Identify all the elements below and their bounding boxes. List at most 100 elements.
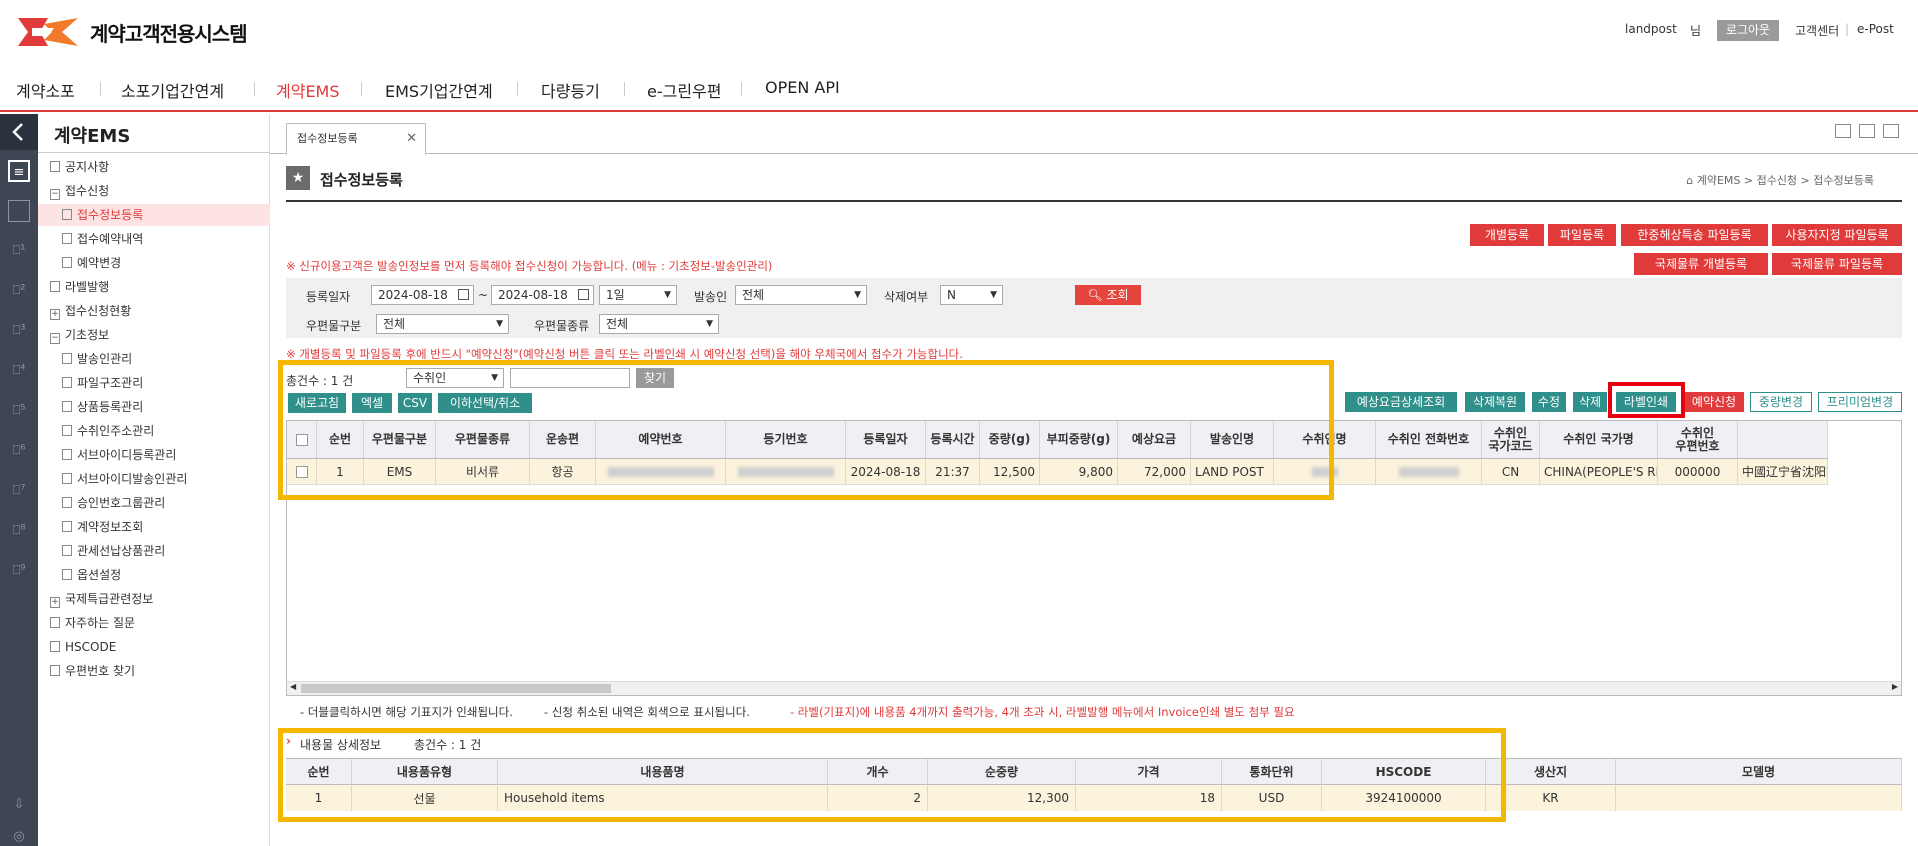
window-2-icon[interactable]: ⎕² xyxy=(8,280,30,302)
settings-icon[interactable]: ◎ xyxy=(8,826,30,846)
search-button[interactable]: 🔍︎ 조회 xyxy=(1075,285,1141,305)
download-icon[interactable]: ⇩ xyxy=(8,794,30,816)
window-5-icon[interactable]: ⎕⁵ xyxy=(8,400,30,422)
sidebar-item-label: 자주하는 질문 xyxy=(65,616,136,630)
edit-button[interactable]: 수정 xyxy=(1532,392,1566,412)
window-6-icon[interactable]: ⎕⁶ xyxy=(8,440,30,462)
premium-change-button[interactable]: 프리미엄변경 xyxy=(1818,392,1902,412)
sidebar-item[interactable]: 서브아이디발송인관리 xyxy=(38,468,270,490)
horizontal-scrollbar[interactable]: ◀ ▶ xyxy=(287,681,1901,695)
user-name: landpost xyxy=(1625,22,1677,36)
doc-icon xyxy=(62,473,72,484)
date-to-input[interactable]: 2024-08-18 xyxy=(491,285,594,305)
sidebar-item[interactable]: 옵션설정 xyxy=(38,564,270,586)
help-center-link[interactable]: 고객센터 xyxy=(1795,22,1839,39)
sidebar-item[interactable]: 접수정보등록 xyxy=(38,204,270,226)
scrollbar-thumb[interactable] xyxy=(301,684,611,693)
sidebar-item[interactable]: 수취인주소관리 xyxy=(38,420,270,442)
nav-parcel-b2b[interactable]: 소포기업간연계 xyxy=(121,78,224,102)
doc-icon xyxy=(62,377,72,388)
calendar-icon[interactable] xyxy=(578,289,589,300)
custom-file-register-button[interactable]: 사용자지정 파일등록 xyxy=(1772,224,1902,246)
epost-link[interactable]: e-Post xyxy=(1857,22,1894,36)
grid-note-print: - 더블클릭하시면 해당 기표지가 인쇄됩니다. xyxy=(300,705,513,719)
intl-logistics-individual-register-button[interactable]: 국제물류 개별등록 xyxy=(1634,253,1768,275)
sidebar-item[interactable]: HSCODE xyxy=(38,636,270,658)
reservation-request-button[interactable]: 예약신청 xyxy=(1684,392,1744,412)
sidebar-item-label: 파일구조관리 xyxy=(77,376,144,390)
nav-separator xyxy=(741,82,742,96)
split-view-icon[interactable] xyxy=(1859,124,1875,138)
page-title: 접수정보등록 xyxy=(320,171,403,189)
nav-separator xyxy=(624,82,625,96)
weight-change-button[interactable]: 중량변경 xyxy=(1750,392,1812,412)
sidebar-item[interactable]: + 접수신청현황 xyxy=(38,300,270,322)
sidebar-item[interactable]: 계약정보조회 xyxy=(38,516,270,538)
scroll-left-icon[interactable]: ◀ xyxy=(290,682,296,691)
bookmark-icon[interactable] xyxy=(8,200,30,222)
nav-bulk-registered[interactable]: 다량등기 xyxy=(541,78,600,102)
window-3-icon[interactable]: ⎕³ xyxy=(8,320,30,342)
sidebar-item[interactable]: 상품등록관리 xyxy=(38,396,270,418)
sidebar-item[interactable]: 서브아이디등록관리 xyxy=(38,444,270,466)
close-tab-icon[interactable]: ✕ xyxy=(406,124,417,154)
sidebar: 계약EMS 공지사항 − 접수신청 접수정보등록 접수예약내역 예약변경 라벨발행 + 접수신청… xyxy=(38,114,270,846)
deleted-label: 삭제여부 xyxy=(884,290,929,304)
highlight-box-detail xyxy=(278,728,1506,822)
sender-select[interactable]: 전체 ▼ xyxy=(735,285,867,305)
favorite-star-icon[interactable]: ★ xyxy=(286,166,310,190)
scroll-right-icon[interactable]: ▶ xyxy=(1892,682,1898,691)
window-7-icon[interactable]: ⎕⁷ xyxy=(8,480,30,502)
date-from-input[interactable]: 2024-08-18 xyxy=(371,285,474,305)
grid-cell: 中國辽宁省沈阳市 xyxy=(1738,459,1828,485)
sidebar-item[interactable]: 발송인관리 xyxy=(38,348,270,370)
sidebar-item[interactable]: − 기초정보 xyxy=(38,324,270,346)
logout-button[interactable]: 로그아웃 xyxy=(1717,20,1779,41)
window-1-icon[interactable]: ⎕¹ xyxy=(8,240,30,262)
nav-ems-b2b[interactable]: EMS기업간연계 xyxy=(385,78,493,102)
fee-detail-button[interactable]: 예상요금상세조회 xyxy=(1345,392,1457,412)
sidebar-item[interactable]: 접수예약내역 xyxy=(38,228,270,250)
window-9-icon[interactable]: ⎕⁹ xyxy=(8,560,30,582)
calendar-icon[interactable] xyxy=(458,289,469,300)
deleted-select[interactable]: N ▼ xyxy=(940,285,1003,305)
sidebar-item[interactable]: 공지사항 xyxy=(38,156,270,178)
sidebar-item[interactable]: 라벨발행 xyxy=(38,276,270,298)
redacted-value xyxy=(1398,466,1459,477)
intl-logistics-file-register-button[interactable]: 국제물류 파일등록 xyxy=(1772,253,1902,275)
sidebar-item[interactable]: 예약변경 xyxy=(38,252,270,274)
sidebar-item[interactable]: 우편번호 찾기 xyxy=(38,660,270,682)
sidebar-item-label: 상품등록관리 xyxy=(77,400,144,414)
epost-logo-icon[interactable] xyxy=(18,14,82,50)
mail-kind-select[interactable]: 전체 ▼ xyxy=(599,314,719,334)
doc-icon xyxy=(62,521,72,532)
sidebar-item[interactable]: 승인번호그룹관리 xyxy=(38,492,270,514)
list-menu-icon[interactable]: ≡ xyxy=(8,160,30,182)
nav-open-api[interactable]: OPEN API xyxy=(765,78,840,97)
sidebar-item[interactable]: 파일구조관리 xyxy=(38,372,270,394)
single-view-icon[interactable] xyxy=(1835,124,1851,138)
file-register-button[interactable]: 파일등록 xyxy=(1548,224,1616,246)
mail-type-select[interactable]: 전체 ▼ xyxy=(376,314,509,334)
collapse-button[interactable] xyxy=(0,114,38,150)
korea-china-sea-file-register-button[interactable]: 한중해상특송 파일등록 xyxy=(1621,224,1768,246)
nav-green-post[interactable]: e-그린우편 xyxy=(647,78,722,102)
window-8-icon[interactable]: ⎕⁸ xyxy=(8,520,30,542)
tab-reception-register[interactable]: 접수정보등록 ✕ xyxy=(286,123,426,155)
nav-contract-parcel[interactable]: 계약소포 xyxy=(16,78,75,102)
nav-separator xyxy=(361,82,362,96)
sidebar-item[interactable]: 자주하는 질문 xyxy=(38,612,270,634)
restore-button[interactable]: 삭제복원 xyxy=(1465,392,1525,412)
chevron-down-icon: ▼ xyxy=(854,290,861,300)
delete-button[interactable]: 삭제 xyxy=(1573,392,1607,412)
grid-column-label: 수취인 국가코드 xyxy=(1488,425,1533,453)
sidebar-item[interactable]: + 국제특급관련정보 xyxy=(38,588,270,610)
grid-view-icon[interactable] xyxy=(1883,124,1899,138)
period-select[interactable]: 1일 ▼ xyxy=(599,285,677,305)
window-4-icon[interactable]: ⎕⁴ xyxy=(8,360,30,382)
nav-contract-ems[interactable]: 계약EMS xyxy=(276,78,340,102)
sidebar-item[interactable]: − 접수신청 xyxy=(38,180,270,202)
sidebar-item[interactable]: 관세선납상품관리 xyxy=(38,540,270,562)
individual-register-button[interactable]: 개별등록 xyxy=(1470,224,1544,246)
doc-icon xyxy=(62,497,72,508)
